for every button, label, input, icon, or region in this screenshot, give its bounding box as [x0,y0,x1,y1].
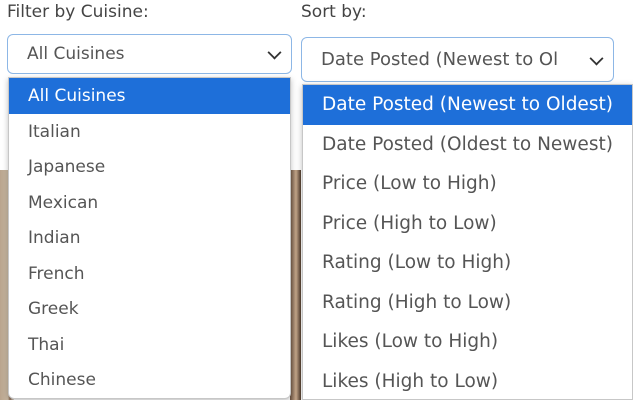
sort-option[interactable]: Price (High to Low) [303,204,632,244]
cuisine-select[interactable]: All Cuisines [7,34,292,74]
sort-option[interactable]: Likes (High to Low) [303,362,632,400]
cuisine-dropdown-list: All Cuisines Italian Japanese Mexican In… [8,77,291,399]
cuisine-option[interactable]: Italian [9,114,290,150]
cuisine-option[interactable]: French [9,256,290,292]
sort-select[interactable]: Date Posted (Newest to Ol [301,37,614,82]
sort-option[interactable]: Likes (Low to High) [303,322,632,362]
cuisine-option[interactable]: Chinese [9,363,290,399]
chevron-down-icon [589,50,604,66]
sort-option[interactable]: Price (Low to High) [303,164,632,204]
sort-dropdown-list: Date Posted (Newest to Oldest) Date Post… [302,84,633,400]
sort-option[interactable]: Rating (High to Low) [303,283,632,323]
sort-option[interactable]: Rating (Low to High) [303,243,632,283]
chevron-down-icon [267,45,282,60]
sort-option[interactable]: Date Posted (Newest to Oldest) [303,85,632,125]
cuisine-filter-label: Filter by Cuisine: [7,2,149,22]
sort-select-value: Date Posted (Newest to Ol [321,49,559,70]
cuisine-option[interactable]: Mexican [9,185,290,221]
cuisine-option[interactable]: Thai [9,327,290,363]
sort-option[interactable]: Date Posted (Oldest to Newest) [303,125,632,165]
sort-label: Sort by: [301,2,367,22]
cuisine-option[interactable]: Indian [9,221,290,257]
cuisine-option[interactable]: Greek [9,292,290,328]
cuisine-option[interactable]: All Cuisines [9,78,290,114]
cuisine-select-value: All Cuisines [27,44,125,64]
cuisine-option[interactable]: Japanese [9,150,290,186]
